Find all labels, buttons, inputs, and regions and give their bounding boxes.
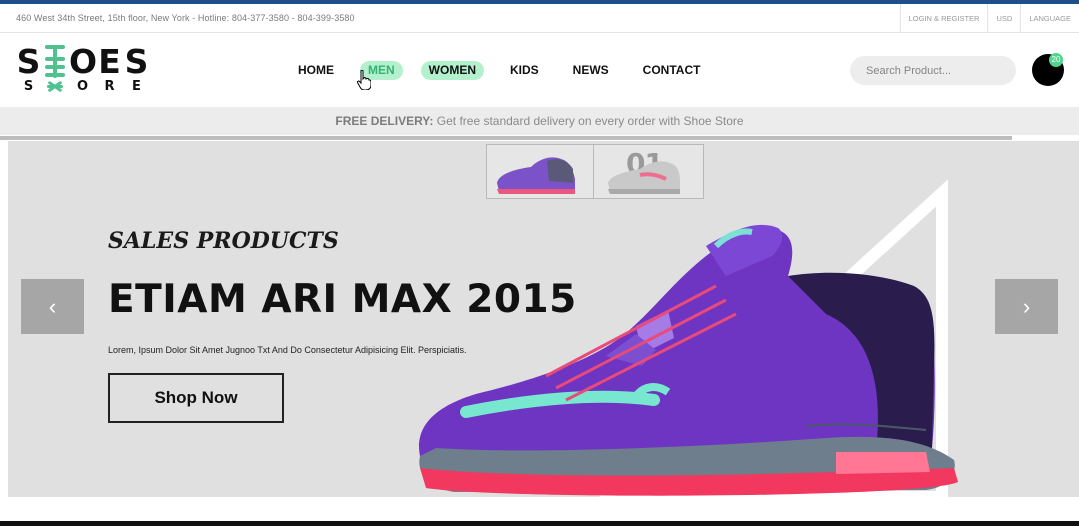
top-info-bar: 460 West 34th Street, 15th floor, New Yo… <box>0 4 1079 33</box>
cart-count-badge: 20 <box>1049 53 1063 67</box>
logo-letter: R <box>104 79 115 94</box>
login-register-link[interactable]: LOGIN & REGISTER <box>899 4 988 33</box>
nav-kids[interactable]: KIDS <box>502 61 547 80</box>
thumb-shoe-purple-icon <box>497 157 575 194</box>
shop-now-button[interactable]: Shop Now <box>108 373 284 423</box>
chevron-right-icon: › <box>1022 293 1031 319</box>
hero-subtitle: SALES PRODUCTS <box>108 228 339 254</box>
banner-divider <box>0 136 1012 140</box>
logo-letter: S <box>23 79 34 94</box>
delivery-text: Get free standard delivery on every orde… <box>436 114 744 128</box>
logo-row-top: S O E S <box>15 45 150 78</box>
nav-news[interactable]: NEWS <box>565 61 617 80</box>
logo-letter: S <box>124 42 149 81</box>
hand-cursor-icon <box>357 70 371 90</box>
main-header: S O E S S O R E HOME MEN WOMEN KIDS NEWS… <box>0 33 1079 107</box>
prev-slide-button[interactable]: ‹ <box>21 279 84 334</box>
logo-letter: E <box>132 79 141 94</box>
logo-letter: S <box>16 42 41 81</box>
nav-contact[interactable]: CONTACT <box>635 61 709 80</box>
hero-slider: 01 SALES PRODUCTS ETIAM ARI MAX 2015 Lor… <box>8 141 1079 497</box>
language-link[interactable]: LANGUAGE <box>1020 4 1079 33</box>
logo-letter: E <box>98 42 121 81</box>
slide-thumb-1[interactable] <box>486 144 594 199</box>
nav-home[interactable]: HOME <box>290 61 342 80</box>
slide-thumb-2[interactable]: 01 <box>594 144 704 199</box>
logo-letter: O <box>69 42 98 81</box>
main-nav: HOME MEN WOMEN KIDS NEWS CONTACT <box>290 61 726 80</box>
top-links: LOGIN & REGISTER USD LANGUAGE <box>899 4 1079 33</box>
slide-thumbnails: 01 <box>486 144 704 199</box>
lace-e-icon <box>42 45 69 78</box>
free-delivery-banner: FREE DELIVERY: Get free standard deliver… <box>0 107 1079 135</box>
shoes-store-logo[interactable]: S O E S S O R E <box>15 45 155 97</box>
chevron-left-icon: ‹ <box>48 293 57 319</box>
screen-bottom-border <box>0 521 1079 526</box>
logo-row-bottom: S O R E <box>15 79 150 95</box>
thumb-shoe-grey-icon <box>608 161 680 194</box>
hero-shoe-image <box>419 224 958 496</box>
lace-t-icon <box>42 79 69 95</box>
currency-link[interactable]: USD <box>987 4 1020 33</box>
contact-address: 460 West 34th Street, 15th floor, New Yo… <box>16 13 355 23</box>
delivery-label: FREE DELIVERY: <box>335 114 434 128</box>
logo-letter: O <box>76 79 89 94</box>
nav-women[interactable]: WOMEN <box>420 61 484 80</box>
search-input[interactable] <box>850 56 1016 85</box>
next-slide-button[interactable]: › <box>995 279 1058 334</box>
